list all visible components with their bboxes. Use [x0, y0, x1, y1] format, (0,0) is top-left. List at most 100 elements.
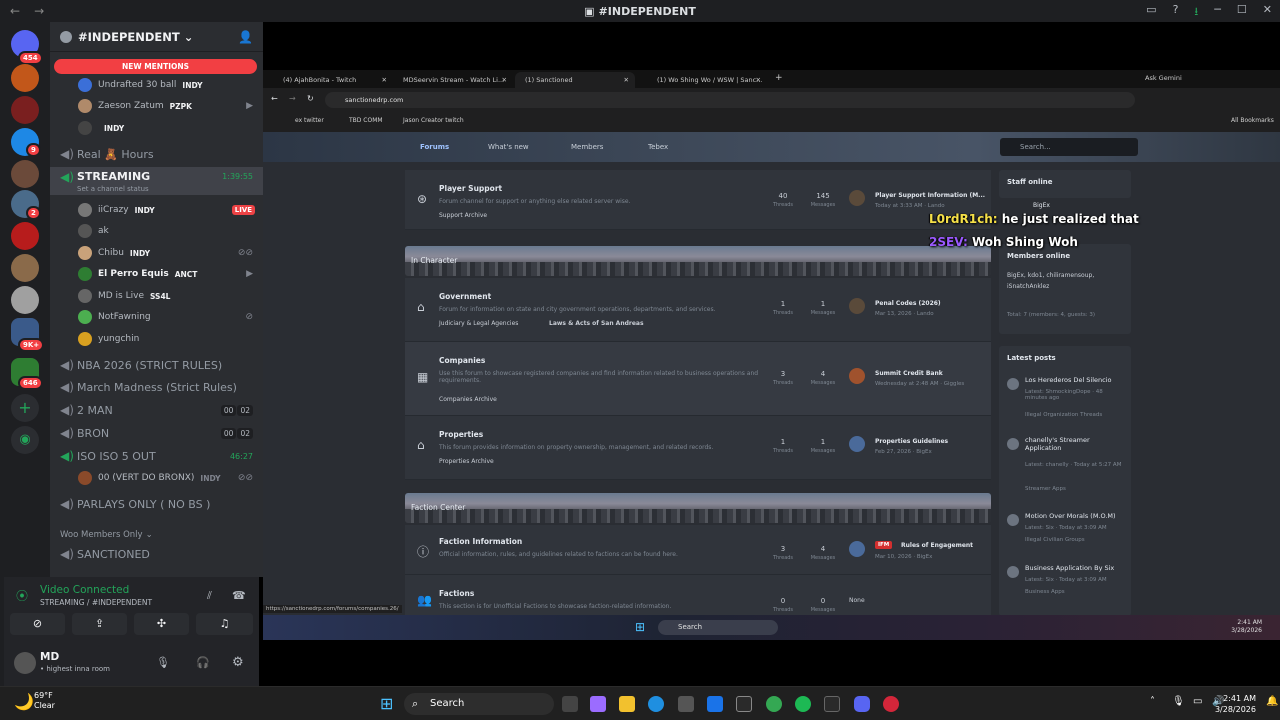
opera-icon[interactable]: [883, 696, 899, 712]
invite-icon[interactable]: 👤: [238, 30, 253, 44]
windows-start-icon[interactable]: ⊞: [380, 694, 393, 713]
forward-arrow-icon[interactable]: →: [34, 4, 44, 18]
spotify-icon[interactable]: [795, 696, 811, 712]
file-explorer-icon[interactable]: [619, 696, 635, 712]
discord-icon[interactable]: [854, 696, 870, 712]
server-icon[interactable]: [11, 286, 39, 314]
back-arrow-icon[interactable]: ←: [10, 4, 20, 18]
last-post-title[interactable]: Penal Codes (2026): [875, 300, 941, 307]
new-mentions-bar[interactable]: NEW MENTIONS: [54, 59, 257, 74]
subforum-link[interactable]: Judiciary & Legal Agencies: [439, 320, 518, 327]
browser-tab-active[interactable]: (1) Sanctioned ✕: [515, 72, 635, 88]
voice-user[interactable]: ak: [50, 221, 263, 241]
latest-post-title[interactable]: chanelly's Streamer Application: [1025, 436, 1125, 452]
forum-node[interactable]: ⌂ Properties This forum provides informa…: [405, 416, 991, 480]
bookmark-item[interactable]: TBD COMM: [349, 117, 383, 124]
forum-node[interactable]: 👥 Factions This section is for Unofficia…: [405, 575, 991, 615]
avatar[interactable]: [14, 652, 36, 674]
subforum-link[interactable]: Support Archive: [439, 212, 487, 219]
system-clock[interactable]: 2:41 AM 3/28/2026: [1215, 693, 1256, 715]
voice-user[interactable]: NotFawning ⊘: [50, 307, 263, 327]
voice-user[interactable]: Chibu INDY ⊘⊘: [50, 243, 263, 263]
browser-tab[interactable]: MDSeervin Stream - Watch Li... ✕: [393, 72, 513, 88]
add-server-icon[interactable]: +: [11, 394, 39, 422]
latest-post-title[interactable]: Los Herederos Del Silencio: [1025, 376, 1112, 384]
server-header[interactable]: #INDEPENDENT ⌄ 👤: [50, 22, 263, 52]
voice-user[interactable]: iiCrazy INDY LIVE: [50, 200, 263, 220]
new-tab-icon[interactable]: +: [775, 73, 783, 83]
category-header[interactable]: Woo Members Only ⌄: [50, 525, 263, 545]
settings-gear-icon[interactable]: ⚙: [232, 655, 244, 670]
edge-icon[interactable]: [648, 696, 664, 712]
voice-user[interactable]: Zaeson Zatum PZPK ▶: [50, 96, 263, 116]
network-icon[interactable]: ▭: [1193, 696, 1202, 707]
app-icon[interactable]: [736, 696, 752, 712]
bookmark-item[interactable]: ex twitter: [295, 117, 324, 124]
weather-icon[interactable]: 🌙: [14, 692, 34, 711]
screen-share-button[interactable]: ⇪: [72, 613, 127, 635]
voice-user[interactable]: INDY: [50, 118, 263, 138]
url-field[interactable]: sanctionedrp.com: [325, 92, 1135, 108]
category-banner[interactable]: Faction Center: [405, 493, 991, 523]
headphones-icon[interactable]: 🎧: [196, 656, 210, 669]
activities-button[interactable]: ✣: [134, 613, 189, 635]
mail-icon[interactable]: [707, 696, 723, 712]
forum-search-input[interactable]: Search...: [1000, 138, 1138, 156]
last-post-title[interactable]: Properties Guidelines: [875, 438, 948, 445]
latest-post-forum[interactable]: Illegal Organization Threads: [1025, 412, 1102, 418]
nav-forums[interactable]: Forums: [420, 143, 449, 151]
voice-channel[interactable]: ◀) NBA 2026 (STRICT RULES): [50, 355, 263, 375]
help-icon[interactable]: ?: [1173, 3, 1179, 22]
discover-icon[interactable]: ◉: [11, 426, 39, 454]
members-list[interactable]: BigEx, kdo1, chiliramensoup, iSnatchAnkl…: [1007, 270, 1127, 292]
disconnect-icon[interactable]: ☎: [232, 589, 246, 602]
voice-channel[interactable]: ◀) Real 🧸 Hours: [50, 144, 263, 164]
reload-icon[interactable]: ↻: [307, 94, 314, 103]
voice-channel[interactable]: ◀) March Madness (Strict Rules): [50, 377, 263, 397]
node-title[interactable]: Companies: [439, 356, 485, 365]
subforum-link[interactable]: Companies Archive: [439, 396, 497, 403]
voice-user[interactable]: yungchin: [50, 329, 263, 349]
forum-node[interactable]: ⓘ Faction Information Official informati…: [405, 525, 991, 575]
subforum-link[interactable]: Properties Archive: [439, 458, 494, 465]
microphone-icon[interactable]: 🎙: [156, 656, 170, 669]
server-icon[interactable]: [11, 96, 39, 124]
microphone-icon[interactable]: 🎙: [1172, 696, 1185, 707]
camera-off-button[interactable]: ⊘: [10, 613, 65, 635]
channel-status[interactable]: Set a channel status: [77, 185, 149, 193]
notification-icon[interactable]: 🔔: [1266, 696, 1278, 707]
bookmark-item[interactable]: Jason Creator twitch: [403, 117, 464, 124]
server-icon[interactable]: [11, 64, 39, 92]
last-post-title[interactable]: Player Support Information (M...: [875, 192, 985, 199]
noise-suppression-icon[interactable]: ⫽: [207, 589, 212, 603]
taskbar-search-box[interactable]: Search: [404, 693, 554, 715]
voice-user[interactable]: 00 (VERT DO BRONX) INDY ⊘⊘: [50, 468, 263, 488]
browser-tab[interactable]: (1) Wo Shing Wo / WSW | Sanc... ✕: [647, 72, 767, 88]
browser-tab[interactable]: (4) AjahBonita - Twitch ✕: [273, 72, 393, 88]
node-title[interactable]: Government: [439, 292, 491, 301]
voice-location[interactable]: STREAMING / #INDEPENDENT: [40, 598, 152, 607]
voice-channel[interactable]: ◀) ISO ISO 5 OUT 46:27: [50, 446, 263, 466]
latest-post-forum[interactable]: Business Apps: [1025, 589, 1065, 595]
nav-whats-new[interactable]: What's new: [488, 143, 529, 151]
node-title[interactable]: Factions: [439, 589, 474, 598]
server-icon[interactable]: [11, 160, 39, 188]
node-title[interactable]: Properties: [439, 430, 483, 439]
voice-user[interactable]: Undrafted 30 ball INDY: [50, 75, 263, 95]
minimize-button[interactable]: ─: [1214, 3, 1221, 22]
copilot-icon[interactable]: [590, 696, 606, 712]
last-post-title[interactable]: Rules of Engagement: [901, 542, 973, 549]
server-icon[interactable]: [11, 222, 39, 250]
node-title[interactable]: Player Support: [439, 184, 502, 193]
chrome-icon[interactable]: [766, 696, 782, 712]
forward-arrow-icon[interactable]: →: [289, 94, 296, 103]
latest-post-forum[interactable]: Illegal Civilian Groups: [1025, 537, 1085, 543]
latest-post-forum[interactable]: Streamer Apps: [1025, 486, 1066, 492]
staff-name[interactable]: BigEx: [1033, 202, 1050, 209]
download-icon[interactable]: ⭳: [1194, 3, 1198, 22]
soundboard-button[interactable]: ♫: [196, 613, 253, 635]
subforum-link[interactable]: Laws & Acts of San Andreas: [549, 320, 644, 327]
forum-node[interactable]: ⊛ Player Support Forum channel for suppo…: [405, 170, 991, 230]
last-post-title[interactable]: Summit Credit Bank: [875, 370, 943, 377]
all-bookmarks[interactable]: All Bookmarks: [1231, 117, 1274, 124]
